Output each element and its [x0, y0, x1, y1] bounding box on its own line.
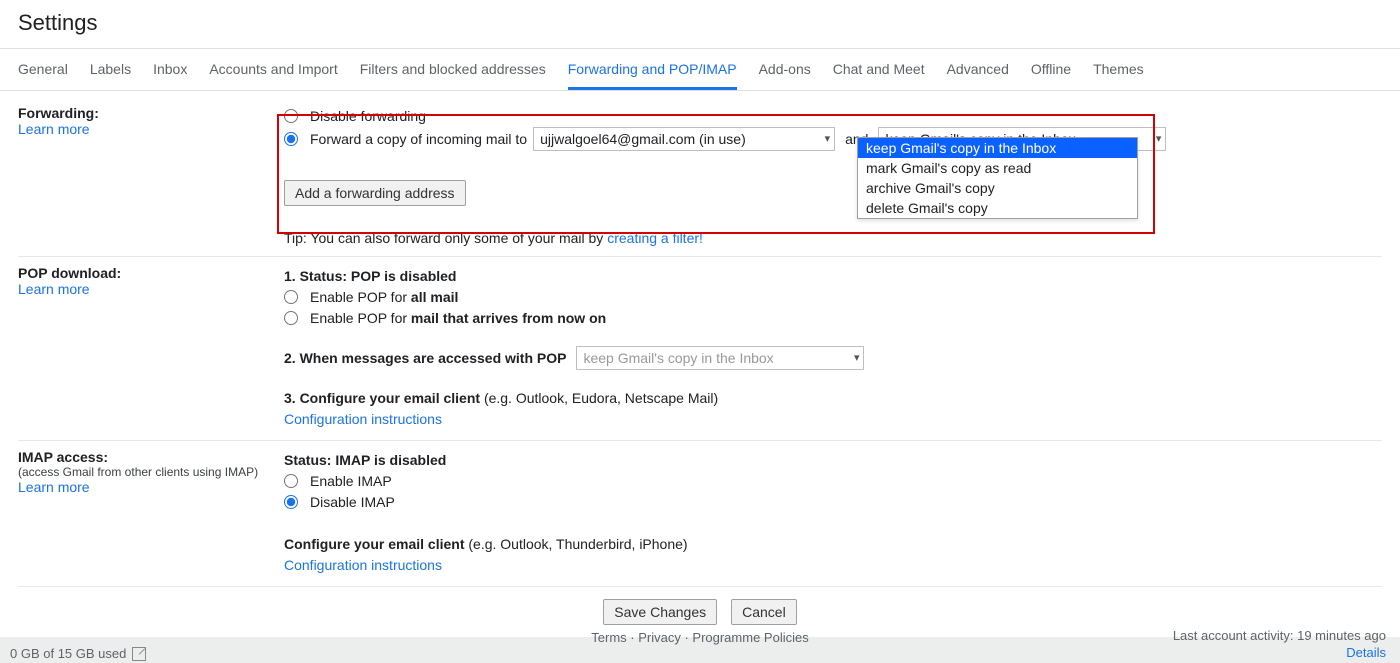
forwarding-address-select[interactable]: ujjwalgoel64@gmail.com (in use) ▾	[533, 127, 835, 151]
pop-enable-all-radio[interactable]	[284, 290, 298, 304]
pop-when-accessed: 2. When messages are accessed with POP	[284, 348, 566, 368]
forwarding-tip: Tip: You can also forward only some of y…	[284, 230, 1382, 246]
forwarding-learn-more-link[interactable]: Learn more	[18, 121, 90, 137]
imap-learn-more-link[interactable]: Learn more	[18, 479, 90, 495]
imap-status-pre: Status:	[284, 452, 335, 468]
activity-details-link[interactable]: Details	[1346, 645, 1386, 660]
tab-offline[interactable]: Offline	[1031, 49, 1071, 90]
dropdown-option[interactable]: archive Gmail's copy	[858, 178, 1137, 198]
page-title: Settings	[0, 0, 1400, 48]
imap-disable-label: Disable IMAP	[310, 492, 395, 512]
forwarding-address-value: ujjwalgoel64@gmail.com (in use)	[540, 129, 746, 149]
chevron-down-icon: ▾	[825, 129, 831, 149]
add-forwarding-address-button[interactable]: Add a forwarding address	[284, 180, 466, 206]
section-imap: IMAP access: (access Gmail from other cl…	[18, 441, 1382, 587]
tab-advanced[interactable]: Advanced	[947, 49, 1009, 90]
last-activity: Last account activity: 19 minutes ago	[1173, 627, 1386, 644]
tab-filters-and-blocked-addresses[interactable]: Filters and blocked addresses	[360, 49, 546, 90]
tab-accounts-and-import[interactable]: Accounts and Import	[209, 49, 337, 90]
pop-enable-all-label: Enable POP for all mail	[310, 287, 458, 307]
imap-heading: IMAP access:	[18, 449, 284, 465]
imap-configure-label: Configure your email client (e.g. Outloo…	[284, 534, 688, 554]
tab-add-ons[interactable]: Add-ons	[759, 49, 811, 90]
forward-copy-label: Forward a copy of incoming mail to	[310, 129, 527, 149]
dropdown-option[interactable]: delete Gmail's copy	[858, 198, 1137, 218]
footer-storage: 0 GB of 15 GB used	[10, 646, 146, 661]
pop-heading: POP download:	[18, 265, 284, 281]
disable-forwarding-label: Disable forwarding	[310, 106, 426, 126]
pop-status-pre: 1. Status:	[284, 268, 351, 284]
tab-forwarding-and-pop-imap[interactable]: Forwarding and POP/IMAP	[568, 49, 737, 90]
dropdown-option[interactable]: mark Gmail's copy as read	[858, 158, 1137, 178]
forwarding-heading: Forwarding:	[18, 105, 284, 121]
pop-status: POP is disabled	[351, 268, 457, 284]
tab-inbox[interactable]: Inbox	[153, 49, 187, 90]
settings-tabs: General Labels Inbox Accounts and Import Fil…	[0, 48, 1400, 91]
pop-enable-now-radio[interactable]	[284, 311, 298, 325]
pop-action-select[interactable]: keep Gmail's copy in the Inbox ▾	[576, 346, 864, 370]
chevron-down-icon: ▾	[854, 348, 860, 368]
disable-forwarding-radio[interactable]	[284, 109, 298, 123]
imap-status: IMAP is disabled	[335, 452, 446, 468]
forwarding-action-dropdown[interactable]: keep Gmail's copy in the Inboxmark Gmail…	[857, 137, 1138, 219]
tab-general[interactable]: General	[18, 49, 68, 90]
imap-config-instructions-link[interactable]: Configuration instructions	[284, 555, 442, 575]
pop-enable-now-label: Enable POP for mail that arrives from no…	[310, 308, 606, 328]
tip-text: Tip: You can also forward only some of y…	[284, 230, 607, 246]
storage-text: 0 GB of 15 GB used	[10, 646, 126, 661]
imap-enable-label: Enable IMAP	[310, 471, 392, 491]
tab-labels[interactable]: Labels	[90, 49, 131, 90]
imap-disable-radio[interactable]	[284, 495, 298, 509]
forward-copy-radio[interactable]	[284, 132, 298, 146]
tab-themes[interactable]: Themes	[1093, 49, 1144, 90]
imap-enable-radio[interactable]	[284, 474, 298, 488]
pop-configure-label: 3. Configure your email client (e.g. Out…	[284, 388, 718, 408]
dropdown-option[interactable]: keep Gmail's copy in the Inbox	[858, 138, 1137, 158]
pop-action-value: keep Gmail's copy in the Inbox	[583, 348, 773, 368]
cancel-button[interactable]: Cancel	[731, 599, 797, 625]
save-changes-button[interactable]: Save Changes	[603, 599, 717, 625]
external-link-icon[interactable]	[132, 647, 146, 661]
create-filter-link[interactable]: creating a filter!	[607, 230, 703, 246]
chevron-down-icon: ▾	[1156, 129, 1162, 149]
pop-config-instructions-link[interactable]: Configuration instructions	[284, 409, 442, 429]
pop-learn-more-link[interactable]: Learn more	[18, 281, 90, 297]
section-pop: POP download: Learn more 1. Status: POP …	[18, 257, 1382, 441]
tab-chat-and-meet[interactable]: Chat and Meet	[833, 49, 925, 90]
imap-subheading: (access Gmail from other clients using I…	[18, 465, 284, 479]
section-forwarding: Forwarding: Learn more Disable forwardin…	[18, 97, 1382, 257]
